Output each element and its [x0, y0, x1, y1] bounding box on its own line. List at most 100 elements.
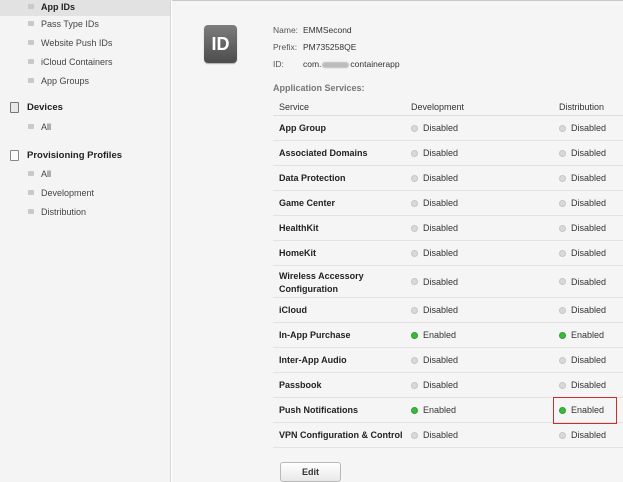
name-label: Name:	[273, 25, 299, 35]
service-row: Passbook Disabled Disabled	[273, 373, 623, 398]
sidebar-item-label: All	[41, 168, 52, 179]
service-name: Push Notifications	[279, 405, 359, 415]
disabled-dot-icon	[559, 356, 566, 364]
service-development-status: Disabled	[411, 123, 458, 133]
service-development-status: Disabled	[411, 173, 458, 183]
service-row: Game Center Disabled Disabled	[273, 191, 623, 216]
status-text: Disabled	[423, 380, 459, 390]
prefix-value: PM735258QE	[303, 42, 357, 52]
status-text: Disabled	[423, 248, 459, 258]
disabled-dot-icon	[411, 149, 418, 157]
service-row: HomeKit Disabled Disabled	[273, 241, 623, 266]
service-name: Inter-App Audio	[279, 355, 347, 365]
service-distribution-status: Disabled	[559, 173, 606, 183]
disabled-dot-icon	[559, 306, 566, 314]
document-icon	[10, 149, 19, 161]
service-distribution-status: Disabled	[559, 305, 606, 315]
disabled-dot-icon	[559, 199, 566, 207]
status-text: Disabled	[571, 198, 607, 208]
service-development-status: Disabled	[411, 198, 458, 208]
bullet-icon	[28, 78, 34, 83]
disabled-dot-icon	[411, 224, 418, 232]
service-name: In-App Purchase	[279, 330, 351, 340]
id-value-end: containerapp	[350, 59, 400, 69]
column-development: Development	[411, 102, 465, 112]
service-development-status: Disabled	[411, 355, 458, 365]
disabled-dot-icon	[559, 431, 566, 439]
status-text: Disabled	[423, 276, 459, 287]
service-development-status: Enabled	[411, 330, 456, 340]
prefix-label: Prefix:	[273, 42, 298, 52]
app-prefix: Prefix: PM735258QE	[273, 42, 356, 52]
bullet-icon	[28, 124, 34, 129]
service-development-status: Disabled	[411, 277, 458, 287]
service-development-status: Disabled	[411, 223, 458, 233]
service-development-status: Disabled	[411, 380, 458, 390]
redacted-text	[322, 61, 350, 68]
sidebar-item-label: All	[41, 121, 52, 132]
status-text: Disabled	[423, 430, 459, 440]
status-text: Disabled	[423, 198, 459, 208]
sidebar-item-devices-all[interactable]: All	[0, 117, 170, 136]
sidebar-item-pass-type-ids[interactable]: Pass Type IDs	[0, 14, 170, 33]
status-text: Disabled	[423, 223, 459, 233]
status-text: Disabled	[423, 355, 459, 365]
service-row: iCloud Disabled Disabled	[273, 298, 623, 323]
status-text: Disabled	[423, 148, 459, 158]
disabled-dot-icon	[559, 124, 566, 132]
enabled-dot-icon	[411, 331, 418, 339]
service-distribution-status: Disabled	[559, 223, 606, 233]
id-label: ID:	[273, 59, 284, 69]
sidebar-item-label: Website Push IDs	[41, 37, 113, 48]
sidebar-item-label: Distribution	[41, 206, 87, 217]
service-distribution-status: Disabled	[559, 355, 606, 365]
sidebar-item-profiles-distribution[interactable]: Distribution	[0, 202, 170, 221]
sidebar-item-profiles-all[interactable]: All	[0, 164, 170, 183]
service-distribution-status: Disabled	[559, 148, 606, 158]
sidebar-section-provisioning-profiles[interactable]: Provisioning Profiles	[0, 145, 170, 165]
sidebar-item-label: Pass Type IDs	[41, 18, 99, 29]
status-text: Disabled	[423, 305, 459, 315]
disabled-dot-icon	[411, 278, 418, 285]
sidebar-item-icloud-containers[interactable]: iCloud Containers	[0, 52, 170, 71]
service-development-status: Disabled	[411, 248, 458, 258]
sidebar-section-title: Devices	[27, 101, 63, 113]
sidebar-section-title: Provisioning Profiles	[27, 149, 123, 161]
sidebar-item-label: Development	[41, 187, 95, 198]
service-name: iCloud	[279, 305, 307, 315]
service-distribution-status: Disabled	[559, 430, 606, 440]
sidebar-item-website-push-ids[interactable]: Website Push IDs	[0, 33, 170, 52]
status-text: Disabled	[571, 355, 607, 365]
disabled-dot-icon	[559, 224, 566, 232]
status-text: Disabled	[571, 248, 607, 258]
bullet-icon	[28, 190, 34, 195]
bullet-icon	[28, 171, 34, 176]
enabled-dot-icon	[411, 406, 418, 414]
disabled-dot-icon	[559, 174, 566, 182]
disabled-dot-icon	[411, 356, 418, 364]
sidebar: App IDs Pass Type IDs Website Push IDs i…	[0, 0, 171, 482]
service-row: App Group Disabled Disabled	[273, 116, 623, 141]
service-name: App Group	[279, 123, 326, 133]
column-distribution: Distribution	[559, 102, 605, 112]
bullet-icon	[28, 59, 34, 64]
service-name: Data Protection	[279, 173, 346, 183]
sidebar-section-devices[interactable]: Devices	[0, 97, 170, 117]
sidebar-item-app-groups[interactable]: App Groups	[0, 71, 170, 90]
status-text: Disabled	[571, 173, 607, 183]
column-service: Service	[279, 102, 310, 112]
device-icon	[10, 101, 19, 113]
bullet-icon	[28, 21, 34, 26]
bullet-icon	[28, 209, 34, 214]
service-row: HealthKit Disabled Disabled	[273, 216, 623, 241]
service-name: VPN Configuration & Control	[279, 430, 403, 440]
status-text: Disabled	[423, 173, 459, 183]
app-id: ID: com. containerapp	[273, 59, 400, 69]
sidebar-item-profiles-development[interactable]: Development	[0, 183, 170, 202]
service-distribution-status: Disabled	[559, 198, 606, 208]
service-development-status: Disabled	[411, 305, 458, 315]
app-name: Name: EMMSecond	[273, 25, 352, 35]
status-text: Disabled	[571, 276, 607, 287]
service-distribution-status: Disabled	[559, 277, 606, 287]
edit-button[interactable]: Edit	[280, 462, 341, 482]
